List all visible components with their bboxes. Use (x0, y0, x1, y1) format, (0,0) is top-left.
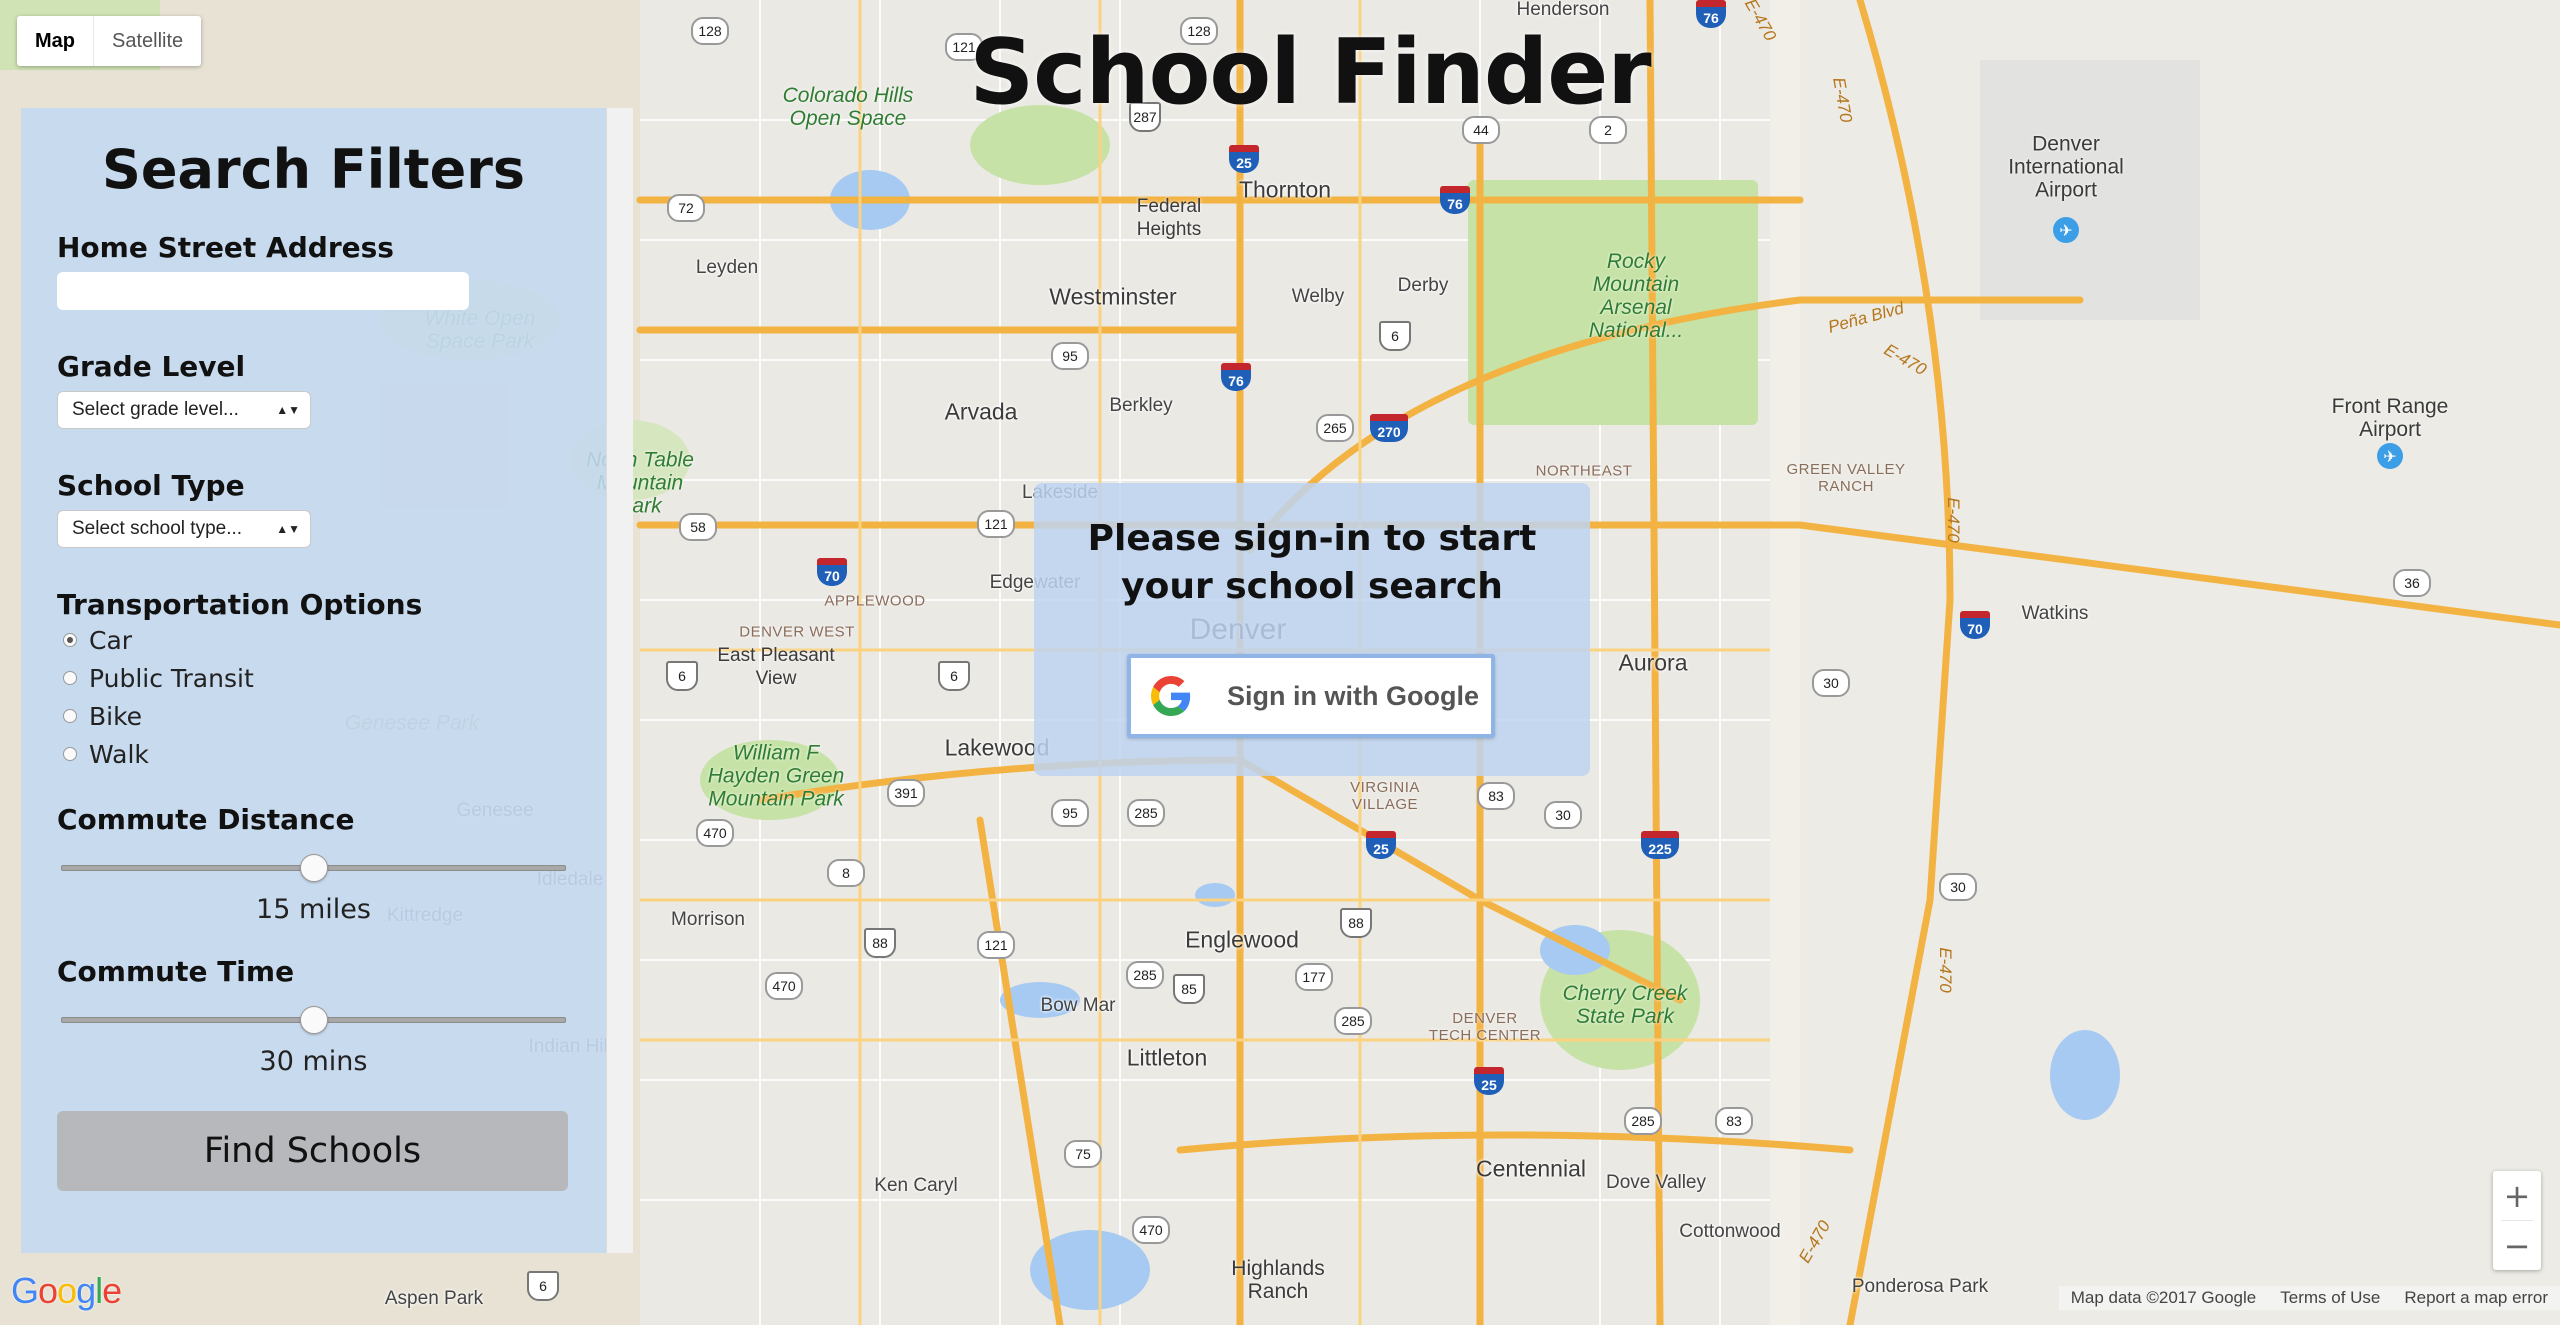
signin-message-line2: your school search (1121, 566, 1503, 607)
google-signin-label: Sign in with Google (1227, 680, 1479, 711)
address-label: Home Street Address (57, 231, 394, 264)
radio-button[interactable] (63, 633, 77, 647)
radio-button[interactable] (63, 671, 77, 685)
school-type-select[interactable]: Select school type... ▲▼ (57, 510, 311, 548)
google-logo[interactable]: Google (11, 1270, 122, 1312)
commute-time-slider[interactable] (57, 1000, 570, 1040)
road-shield: 285 (1624, 1107, 1662, 1135)
airport-icon: ✈ (2377, 443, 2403, 469)
transport-option-walk[interactable]: Walk (57, 735, 570, 773)
filters-scrollbar[interactable] (606, 108, 633, 1253)
road-shield: 6 (527, 1271, 559, 1301)
commute-distance-slider[interactable] (57, 848, 570, 888)
radio-label: Public Transit (89, 663, 254, 693)
commute-time-label: Commute Time (57, 955, 295, 988)
road-shield: 83 (1477, 782, 1515, 810)
road-shield: 30 (1939, 873, 1977, 901)
road-shield: 85 (1173, 974, 1205, 1004)
road-shield: 6 (938, 661, 970, 691)
road-shield: 470 (696, 819, 734, 847)
report-map-error-link[interactable]: Report a map error (2392, 1286, 2560, 1310)
interstate-shield: 76 (1440, 186, 1470, 214)
grade-level-selected: Select grade level... (72, 399, 239, 420)
interstate-shield: 70 (1960, 611, 1990, 639)
road-shield: 177 (1295, 963, 1333, 991)
signin-message-line1: Please sign-in to start (1087, 518, 1537, 559)
zoom-out-button[interactable]: − (2493, 1221, 2541, 1270)
zoom-in-button[interactable]: + (2493, 1171, 2541, 1220)
commute-distance-value: 15 miles (256, 894, 371, 925)
road-shield: 121 (977, 931, 1015, 959)
school-type-selected: Select school type... (72, 518, 243, 539)
road-shield: 285 (1127, 799, 1165, 827)
road-shield: 6 (666, 661, 698, 691)
signin-card: Please sign-in to start your school sear… (1034, 483, 1590, 776)
road-shield: 75 (1064, 1140, 1102, 1168)
radio-label: Walk (89, 739, 149, 769)
select-arrows-icon: ▲▼ (276, 403, 300, 417)
map-data-text: Map data ©2017 Google (2070, 1288, 2257, 1307)
radio-button[interactable] (63, 709, 77, 723)
transport-option-car[interactable]: Car (57, 621, 570, 659)
road-shield: 36 (2393, 569, 2431, 597)
road-shield: 88 (864, 928, 896, 958)
school-type-label: School Type (57, 469, 245, 502)
address-input[interactable] (57, 272, 469, 310)
slider-thumb[interactable] (299, 854, 328, 882)
road-shield: 470 (765, 972, 803, 1000)
interstate-shield: 25 (1474, 1067, 1504, 1095)
road-shield: 58 (679, 513, 717, 541)
select-arrows-icon: ▲▼ (276, 522, 300, 536)
map-attribution: Map data ©2017 Google Terms of Use Repor… (2058, 1286, 2560, 1310)
road-shield: 285 (1126, 961, 1164, 989)
grade-level-label: Grade Level (57, 350, 246, 383)
road-shield: 83 (1715, 1107, 1753, 1135)
interstate-shield: 270 (1370, 414, 1408, 442)
road-shield: 95 (1051, 799, 1089, 827)
commute-distance-label: Commute Distance (57, 803, 355, 836)
interstate-shield: 25 (1229, 145, 1259, 173)
interstate-shield: 225 (1641, 831, 1679, 859)
transportation-label: Transportation Options (57, 588, 423, 621)
interstate-shield: 25 (1366, 831, 1396, 859)
commute-time-value: 30 mins (259, 1046, 368, 1077)
google-signin-button[interactable]: Sign in with Google (1127, 654, 1495, 738)
road-shield: 6 (1379, 321, 1411, 351)
road-shield: 391 (887, 779, 925, 807)
road-shield: 72 (667, 194, 705, 222)
road-shield: 8 (827, 859, 865, 887)
signin-message: Please sign-in to start your school sear… (1034, 515, 1590, 611)
filters-heading: Search Filters (102, 138, 525, 201)
road-shield: 121 (977, 510, 1015, 538)
road-shield: 30 (1544, 801, 1582, 829)
terms-of-use-link[interactable]: Terms of Use (2268, 1286, 2392, 1310)
zoom-control: + − (2493, 1171, 2541, 1270)
road-shield: 470 (1132, 1216, 1170, 1244)
road-shield: 265 (1316, 414, 1354, 442)
interstate-shield: 70 (817, 558, 847, 586)
search-filters-panel: Search Filters Home Street Address Grade… (21, 108, 606, 1253)
interstate-shield: 76 (1221, 363, 1251, 391)
find-schools-button[interactable]: Find Schools (57, 1111, 568, 1191)
road-shield: 285 (1334, 1007, 1372, 1035)
transport-option-bike[interactable]: Bike (57, 697, 570, 735)
road-shield: 88 (1340, 908, 1372, 938)
grade-level-select[interactable]: Select grade level... ▲▼ (57, 391, 311, 429)
radio-button[interactable] (63, 747, 77, 761)
transport-option-public-transit[interactable]: Public Transit (57, 659, 570, 697)
google-g-icon (1151, 676, 1191, 716)
road-shield: 95 (1051, 342, 1089, 370)
slider-thumb[interactable] (299, 1006, 328, 1034)
radio-label: Bike (89, 701, 143, 731)
airport-icon: ✈ (2053, 217, 2079, 243)
radio-label: Car (89, 625, 133, 655)
road-shield: 30 (1812, 669, 1850, 697)
